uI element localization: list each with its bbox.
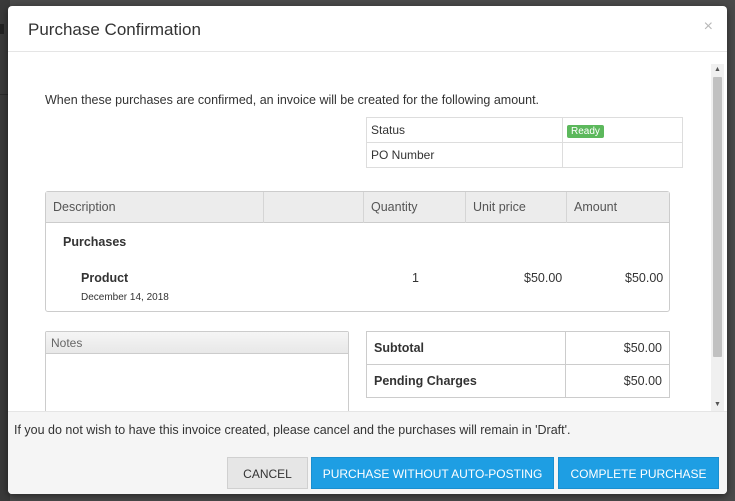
subtotal-value: $50.00 [565, 331, 670, 365]
purchase-confirmation-modal: Purchase Confirmation × When these purch… [8, 6, 727, 494]
subtotal-row: Subtotal $50.00 [366, 331, 670, 365]
column-header-amount: Amount [574, 200, 618, 214]
scrollbar-thumb[interactable] [713, 77, 722, 357]
column-header-quantity: Quantity [364, 192, 466, 223]
totals-table: Subtotal $50.00 Pending Charges $50.00 [366, 331, 670, 398]
column-header-unit-price: Unit price [466, 192, 567, 223]
status-row: Status Ready [366, 117, 683, 143]
po-number-label: PO Number [366, 142, 563, 168]
notes-box[interactable]: Notes [45, 331, 349, 411]
status-label: Status [366, 117, 563, 143]
modal-body: When these purchases are confirmed, an i… [8, 53, 727, 411]
backdrop-line [0, 94, 8, 95]
pending-charges-row: Pending Charges $50.00 [366, 364, 670, 398]
backdrop-glyph [0, 24, 4, 34]
status-value-cell: Ready [562, 117, 683, 143]
notes-label: Notes [46, 332, 348, 354]
cancel-button[interactable]: CANCEL [227, 457, 308, 489]
purchase-without-auto-posting-button[interactable]: PURCHASE WITHOUT AUTO-POSTING [311, 457, 554, 489]
status-badge: Ready [567, 124, 604, 138]
po-number-value[interactable] [562, 142, 683, 168]
column-header-description: Description [46, 192, 264, 223]
group-label-purchases: Purchases [63, 235, 127, 249]
caret-up-icon[interactable]: ▲ [711, 64, 724, 76]
product-name: Product [81, 271, 129, 285]
pending-charges-label: Pending Charges [366, 364, 566, 398]
column-header-spacer [264, 192, 364, 223]
close-icon[interactable]: × [704, 18, 713, 36]
complete-purchase-button[interactable]: COMPLETE PURCHASE [558, 457, 719, 489]
vertical-scrollbar[interactable]: ▲ ▼ [711, 64, 724, 411]
product-date: December 14, 2018 [81, 292, 169, 303]
modal-header: Purchase Confirmation × [8, 6, 727, 52]
items-table-header: Description Quantity Unit price Amount [46, 192, 669, 223]
footer-message: If you do not wish to have this invoice … [14, 423, 571, 437]
status-table: Status Ready PO Number [366, 117, 683, 168]
po-number-row: PO Number [366, 142, 683, 168]
product-amount: $50.00 [625, 271, 664, 285]
product-quantity: 1 [412, 271, 419, 285]
modal-title: Purchase Confirmation [28, 20, 201, 39]
product-unit-price: $50.00 [524, 271, 563, 285]
modal-footer: If you do not wish to have this invoice … [8, 411, 727, 494]
items-table: Description Quantity Unit price Amount P… [45, 191, 670, 312]
caret-down-icon[interactable]: ▼ [711, 399, 724, 411]
subtotal-label: Subtotal [366, 331, 566, 365]
pending-charges-value: $50.00 [565, 364, 670, 398]
intro-text: When these purchases are confirmed, an i… [45, 93, 540, 107]
notes-field[interactable] [46, 354, 348, 411]
